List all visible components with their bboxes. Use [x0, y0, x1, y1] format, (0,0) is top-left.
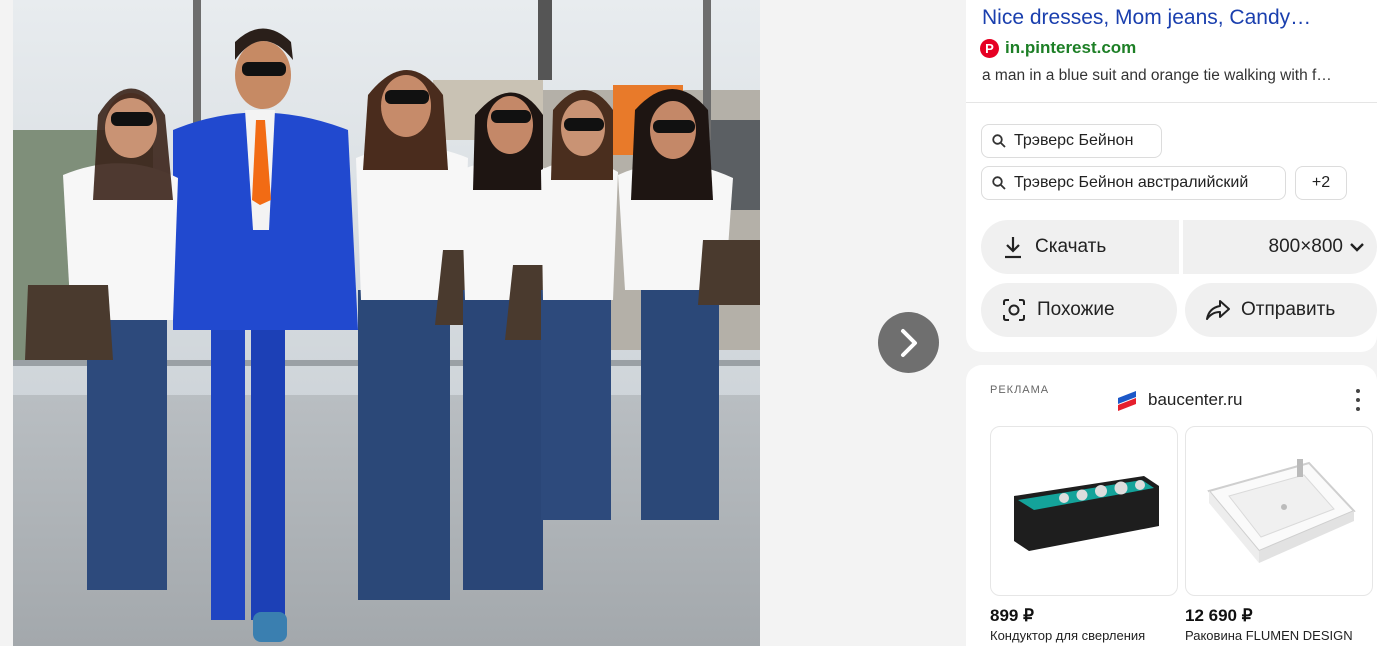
- ad-more-icon[interactable]: [1353, 389, 1363, 411]
- share-button[interactable]: Отправить: [1185, 283, 1377, 337]
- product-price: 12 690 ₽: [1185, 606, 1253, 625]
- image-viewer: [0, 0, 960, 646]
- ad-product-2[interactable]: 12 690 ₽ Раковина FLUMEN DESIGN: [1185, 426, 1373, 643]
- ad-product-1[interactable]: 899 ₽ Кондуктор для сверления: [990, 426, 1178, 643]
- tag-chip-label: Трэверс Бейнон австралийский: [1014, 174, 1249, 191]
- search-icon: [992, 176, 1006, 190]
- sink-image: [1207, 459, 1356, 563]
- source-title[interactable]: Nice dresses, Mom jeans, Candy…: [982, 6, 1311, 30]
- main-photo[interactable]: [13, 0, 760, 646]
- size-select[interactable]: 800×800: [1183, 220, 1377, 274]
- size-label: 800×800: [1268, 236, 1344, 257]
- download-button[interactable]: Скачать: [981, 220, 1179, 274]
- chevron-right-icon: [900, 328, 917, 357]
- next-image-button[interactable]: [878, 312, 939, 373]
- drill-guide-image: [1014, 476, 1159, 551]
- image-search-icon: [1003, 299, 1025, 321]
- source-card: Nice dresses, Mom jeans, Candy… P in.pin…: [966, 0, 1377, 352]
- source-description: a man in a blue suit and orange tie walk…: [982, 67, 1332, 84]
- ad-label: РЕКЛАМА: [990, 384, 1050, 396]
- ad-brand-link[interactable]: baucenter.ru: [1116, 389, 1243, 411]
- ad-card: РЕКЛАМА baucenter.ru 899 ₽ Кондуктор для…: [966, 365, 1377, 646]
- pinterest-icon: P: [980, 38, 999, 58]
- tag-chip-label: Трэверс Бейнон: [1014, 132, 1134, 149]
- download-icon: [1005, 237, 1021, 259]
- share-arrow-icon: [1206, 300, 1230, 320]
- product-price: 899 ₽: [990, 606, 1034, 625]
- ad-brand-label: baucenter.ru: [1148, 390, 1243, 409]
- product-name: Кондуктор для сверления: [990, 628, 1146, 643]
- product-image: [990, 426, 1178, 596]
- photo-illustration: [13, 0, 760, 646]
- source-site-label: in.pinterest.com: [1005, 38, 1137, 57]
- baucenter-logo-icon: [1118, 391, 1136, 411]
- divider: [966, 102, 1377, 103]
- source-site-link[interactable]: P in.pinterest.com: [980, 38, 1136, 58]
- tag-chip-1[interactable]: Трэверс Бейнон: [981, 124, 1162, 158]
- product-name: Раковина FLUMEN DESIGN: [1185, 628, 1353, 643]
- similar-button[interactable]: Похожие: [981, 283, 1177, 337]
- chevron-down-icon: [1350, 243, 1364, 252]
- search-icon: [992, 134, 1006, 148]
- similar-label: Похожие: [1037, 299, 1115, 320]
- download-label: Скачать: [1035, 236, 1107, 257]
- share-label: Отправить: [1241, 299, 1336, 320]
- more-tags-chip[interactable]: +2: [1295, 166, 1347, 200]
- image-info-panel: Nice dresses, Mom jeans, Candy… P in.pin…: [966, 0, 1377, 646]
- tag-chip-2[interactable]: Трэверс Бейнон австралийский: [981, 166, 1286, 200]
- product-image: [1185, 426, 1373, 596]
